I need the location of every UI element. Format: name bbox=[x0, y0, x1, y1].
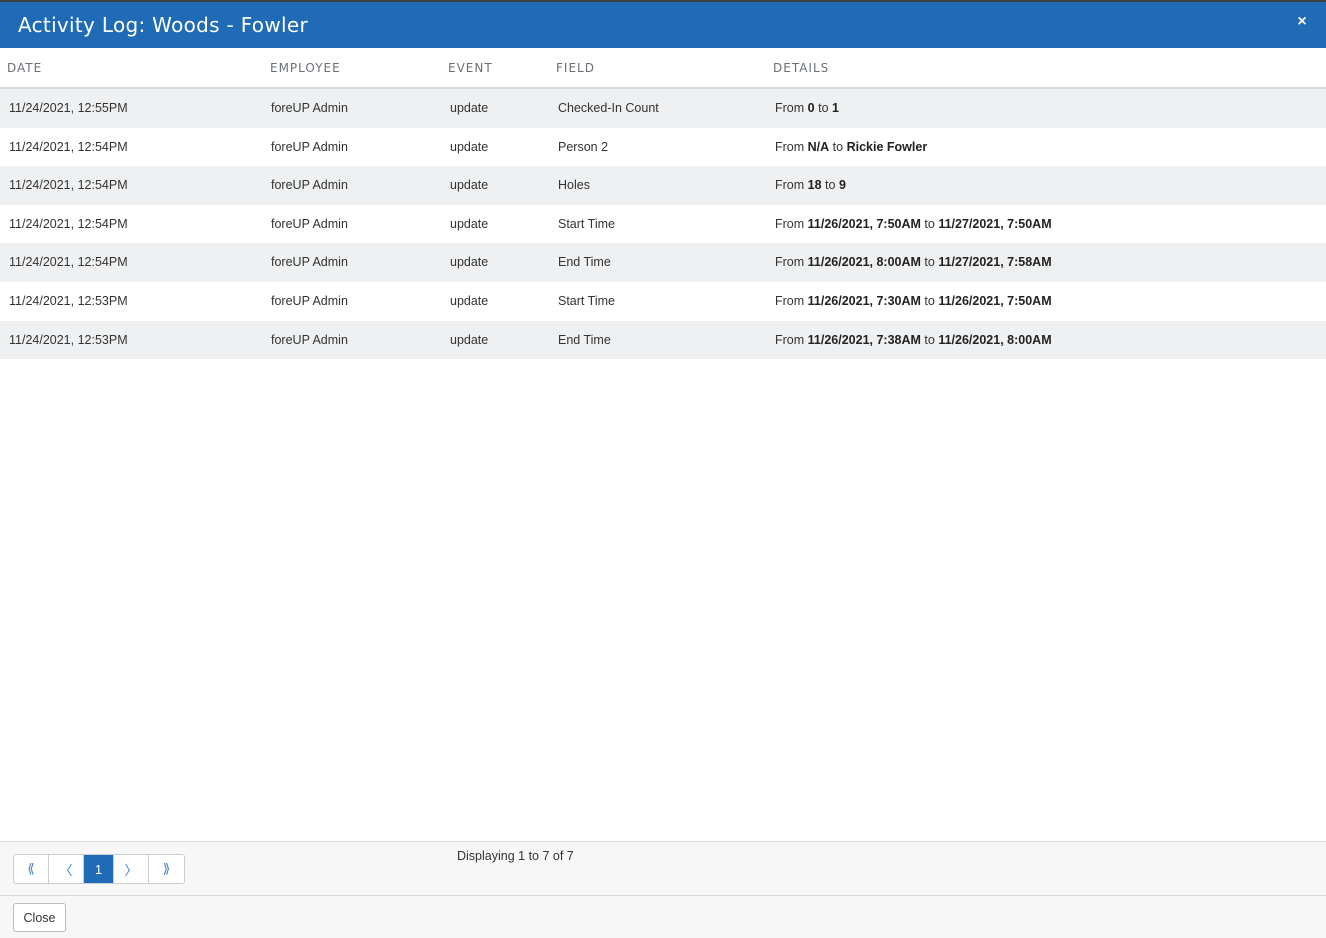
details-from-value: 11/26/2021, 7:50AM bbox=[807, 216, 921, 231]
details-to-label: to bbox=[818, 101, 829, 115]
cell-event: update bbox=[450, 101, 489, 115]
details-to-label: to bbox=[825, 178, 836, 193]
first-page-button[interactable]: ⟪ bbox=[14, 855, 49, 883]
details-to-label: to bbox=[924, 255, 935, 270]
details-from-label: From bbox=[775, 178, 805, 193]
table-row: 11/24/2021, 12:54PM foreUP Admin update Hol… bbox=[0, 166, 1326, 205]
cell-field: Person 2 bbox=[558, 139, 609, 154]
details-from-value: 18 bbox=[807, 178, 822, 193]
details-to-label: to bbox=[924, 293, 935, 308]
cell-field: Checked-In Count bbox=[558, 101, 659, 115]
details-to-value: Rickie Fowler bbox=[846, 139, 928, 154]
table-row: 11/24/2021, 12:53PM foreUP Admin update Sta… bbox=[0, 282, 1326, 321]
details-to-label: to bbox=[832, 139, 844, 154]
details-to-value: 11/27/2021, 7:58AM bbox=[938, 255, 1052, 270]
next-page-button[interactable]: 〉 bbox=[114, 855, 149, 883]
cell-event: update bbox=[450, 332, 489, 347]
details-from-label: From bbox=[775, 255, 805, 270]
details-from-label: From bbox=[775, 332, 805, 347]
page-1-button[interactable]: 1 bbox=[84, 855, 114, 883]
table-row: 11/24/2021, 12:55PM foreUP Admin update Che… bbox=[0, 89, 1326, 128]
details-to-value: 9 bbox=[838, 178, 846, 193]
column-header-details[interactable]: DETAILS bbox=[773, 61, 829, 75]
details-from-value: 11/26/2021, 8:00AM bbox=[807, 255, 921, 270]
table-row: 11/24/2021, 12:53PM foreUP Admin update End… bbox=[0, 320, 1326, 360]
details-to-label: to bbox=[924, 332, 935, 347]
table-body: 11/24/2021, 12:55PM foreUP Admin update Che… bbox=[0, 89, 1326, 360]
cell-employee: foreUP Admin bbox=[271, 178, 348, 193]
cell-event: update bbox=[450, 293, 489, 308]
column-header-date[interactable]: DATE bbox=[7, 61, 42, 75]
cell-field: End Time bbox=[558, 255, 611, 270]
prev-page-button[interactable]: 〈 bbox=[49, 855, 84, 883]
cell-field: Start Time bbox=[558, 293, 615, 308]
cell-details: From 11/26/2021, 7:50AM to 11/27/2021, 7… bbox=[775, 217, 1052, 231]
details-from-value: 11/26/2021, 7:30AM bbox=[807, 293, 921, 308]
details-to-value: 11/26/2021, 7:50AM bbox=[938, 293, 1052, 308]
pagination: ⟪ 〈 1 〉 ⟫ bbox=[13, 854, 185, 884]
cell-details: From 11/26/2021, 7:38AM to 11/26/2021, 8… bbox=[775, 333, 1052, 347]
cell-date: 11/24/2021, 12:53PM bbox=[9, 332, 128, 347]
cell-details: From 11/26/2021, 7:30AM to 11/26/2021, 7… bbox=[775, 294, 1052, 308]
table-header: DATE EMPLOYEE EVENT FIELD DETAILS bbox=[0, 48, 1326, 89]
column-header-event[interactable]: EVENT bbox=[448, 61, 493, 75]
activity-log-table: DATE EMPLOYEE EVENT FIELD DETAILS 11/24/… bbox=[0, 48, 1326, 360]
cell-employee: foreUP Admin bbox=[271, 216, 348, 231]
cell-date: 11/24/2021, 12:55PM bbox=[9, 101, 128, 115]
details-to-label: to bbox=[924, 216, 935, 231]
activity-log-dialog: Activity Log: Woods - Fowler × DATE EMPL… bbox=[0, 0, 1326, 938]
cell-event: update bbox=[450, 216, 489, 231]
cell-employee: foreUP Admin bbox=[271, 101, 348, 115]
table-row: 11/24/2021, 12:54PM foreUP Admin update Sta… bbox=[0, 205, 1326, 244]
cell-date: 11/24/2021, 12:54PM bbox=[9, 139, 128, 154]
cell-employee: foreUP Admin bbox=[271, 332, 348, 347]
details-from-label: From bbox=[775, 139, 805, 154]
cell-field: End Time bbox=[558, 332, 611, 347]
table-row: 11/24/2021, 12:54PM foreUP Admin update End… bbox=[0, 243, 1326, 282]
details-from-label: From bbox=[775, 216, 805, 231]
last-page-button[interactable]: ⟫ bbox=[149, 855, 184, 883]
details-to-value: 11/26/2021, 8:00AM bbox=[938, 332, 1052, 347]
dialog-titlebar: Activity Log: Woods - Fowler × bbox=[0, 0, 1326, 48]
column-header-employee[interactable]: EMPLOYEE bbox=[270, 61, 341, 75]
details-to-value: 1 bbox=[832, 101, 839, 115]
cell-employee: foreUP Admin bbox=[271, 293, 348, 308]
cell-date: 11/24/2021, 12:53PM bbox=[9, 293, 128, 308]
close-icon[interactable]: × bbox=[1294, 12, 1310, 32]
dialog-title: Activity Log: Woods - Fowler bbox=[18, 13, 308, 37]
cell-event: update bbox=[450, 139, 489, 154]
cell-date: 11/24/2021, 12:54PM bbox=[9, 216, 128, 231]
column-header-field[interactable]: FIELD bbox=[556, 61, 595, 75]
table-row: 11/24/2021, 12:54PM foreUP Admin update Per… bbox=[0, 128, 1326, 167]
cell-employee: foreUP Admin bbox=[271, 255, 348, 270]
cell-event: update bbox=[450, 178, 489, 193]
cell-date: 11/24/2021, 12:54PM bbox=[9, 255, 128, 270]
cell-details: From 18 to 9 bbox=[775, 178, 846, 192]
details-from-label: From bbox=[775, 101, 805, 115]
displaying-count: Displaying 1 to 7 of 7 bbox=[457, 849, 574, 863]
pagination-bar: ⟪ 〈 1 〉 ⟫ Displaying 1 to 7 of 7 bbox=[0, 841, 1326, 895]
cell-event: update bbox=[450, 255, 489, 270]
cell-details: From N/A to Rickie Fowler bbox=[775, 140, 927, 154]
cell-details: From 11/26/2021, 8:00AM to 11/27/2021, 7… bbox=[775, 255, 1052, 269]
cell-field: Start Time bbox=[558, 216, 615, 231]
details-to-value: 11/27/2021, 7:50AM bbox=[938, 216, 1052, 231]
details-from-value: 0 bbox=[807, 101, 815, 115]
details-from-value: N/A bbox=[807, 139, 830, 154]
details-from-value: 11/26/2021, 7:38AM bbox=[807, 332, 921, 347]
close-button[interactable]: Close bbox=[13, 903, 66, 932]
cell-field: Holes bbox=[558, 178, 590, 193]
details-from-label: From bbox=[775, 293, 805, 308]
cell-employee: foreUP Admin bbox=[271, 139, 348, 154]
dialog-footer: Close bbox=[0, 895, 1326, 938]
cell-date: 11/24/2021, 12:54PM bbox=[9, 178, 128, 193]
cell-details: From 0 to 1 bbox=[775, 101, 839, 115]
